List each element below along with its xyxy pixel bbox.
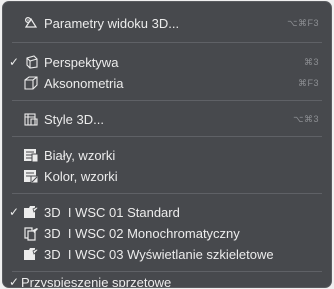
white-pattern-icon: [23, 147, 39, 163]
menu-separator: [12, 42, 322, 43]
style-folder-icon: [23, 246, 39, 262]
checkmark: ✓: [8, 205, 20, 219]
menu-item-axonometry[interactable]: Aksonometria ⌘F3: [3, 72, 331, 94]
menu-item-style-wsc-03[interactable]: 3D I WSC 03 Wyświetlanie szkieletowe: [3, 243, 331, 265]
menu-item-color-patterns[interactable]: Kolor, wzorki: [3, 165, 331, 187]
shortcut-label: ⌥⌘F3: [287, 17, 319, 28]
checkmark: ✓: [8, 275, 20, 288]
menu-item-label: Przyspieszenie sprzętowe: [21, 274, 172, 288]
menu-separator: [12, 271, 322, 272]
menu-item-style-3d[interactable]: Style 3D... ⌥⌘3: [3, 108, 331, 130]
checkmark: ✓: [8, 55, 20, 69]
axonometric-cube-icon: [23, 75, 39, 91]
menu-item-label: 3D I WSC 03 Wyświetlanie szkieletowe: [44, 246, 274, 262]
menu-item-3d-view-settings[interactable]: Parametry widoku 3D... ⌥⌘F3: [3, 12, 331, 34]
menu-item-hardware-acceleration[interactable]: ✓ Przyspieszenie sprzętowe: [3, 275, 331, 288]
menu-item-perspective[interactable]: ✓ Perspektywa ⌘3: [3, 51, 331, 73]
style-3d-icon: [23, 111, 39, 127]
menu-item-label: Kolor, wzorki: [44, 168, 118, 184]
menu-item-style-wsc-01[interactable]: ✓ 3D I WSC 01 Standard: [3, 201, 331, 223]
shortcut-label: ⌥⌘3: [293, 113, 319, 124]
menu-item-label: 3D I WSC 02 Monochromatyczny: [44, 225, 240, 241]
style-folder-icon: [23, 225, 39, 241]
menu-separator: [12, 193, 322, 194]
menu-item-label: Aksonometria: [44, 75, 124, 91]
shortcut-label: ⌘F3: [297, 77, 319, 88]
menu-separator: [12, 100, 322, 101]
view-settings-icon: [23, 15, 39, 31]
menu-item-white-patterns[interactable]: Biały, wzorki: [3, 144, 331, 166]
style-folder-icon: [23, 204, 39, 220]
menu-item-label: 3D I WSC 01 Standard: [44, 204, 180, 220]
color-pattern-icon: [23, 168, 39, 184]
menu-item-label: Style 3D...: [44, 111, 104, 127]
menu-item-label: Parametry widoku 3D...: [44, 15, 180, 31]
menu-item-label: Perspektywa: [44, 54, 119, 70]
menu-item-style-wsc-02[interactable]: 3D I WSC 02 Monochromatyczny: [3, 222, 331, 244]
menu-separator: [12, 136, 322, 137]
menu-item-label: Biały, wzorki: [44, 147, 116, 163]
view-3d-context-menu: Parametry widoku 3D... ⌥⌘F3 ✓ Perspektyw…: [2, 1, 332, 288]
perspective-cube-icon: [23, 54, 39, 70]
shortcut-label: ⌘3: [303, 56, 319, 67]
